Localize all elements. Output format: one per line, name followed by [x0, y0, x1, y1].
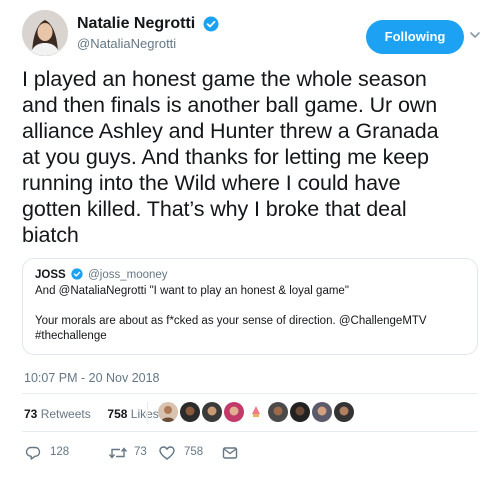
- author-display-name[interactable]: Natalie Negrotti: [77, 15, 195, 33]
- divider: [22, 393, 478, 394]
- tweet-line: and then finals is another ball game. Ur…: [22, 93, 438, 117]
- liker-avatar[interactable]: [180, 402, 200, 422]
- author-avatar[interactable]: [22, 10, 68, 56]
- tweet-line: running into the Wild where I could have: [22, 171, 401, 195]
- retweets-label[interactable]: Retweets: [41, 407, 91, 421]
- tweet-line: biatch: [22, 223, 79, 247]
- engagement-stats: 73 Retweets 758 Likes: [24, 404, 159, 428]
- reply-icon: [25, 446, 41, 460]
- quoted-author-handle: @joss_mooney: [88, 269, 168, 281]
- likes-count[interactable]: 758: [107, 407, 127, 421]
- retweets-count[interactable]: 73: [24, 407, 37, 421]
- retweet-count: 73: [134, 446, 147, 458]
- tweet-text: I played an honest game the whole season…: [22, 66, 482, 248]
- tweet-line: at you guys. And thanks for letting me k…: [22, 145, 429, 169]
- verified-badge-icon: [203, 16, 219, 32]
- envelope-icon: [222, 447, 238, 459]
- heart-icon: [159, 446, 175, 460]
- divider: [22, 431, 478, 432]
- quoted-text-line: #thechallenge: [35, 330, 107, 342]
- retweet-icon: [108, 447, 128, 459]
- reply-count: 128: [50, 446, 70, 458]
- like-count: 758: [184, 446, 204, 458]
- tweet-line: I played an honest game the whole season: [22, 67, 427, 91]
- following-button[interactable]: Following: [366, 20, 464, 54]
- quoted-tweet[interactable]: JOSS @joss_mooney And @NataliaNegrotti "…: [22, 258, 478, 355]
- liker-avatar[interactable]: [246, 402, 266, 422]
- quoted-author-name: JOSS: [35, 269, 66, 281]
- tweet-line: alliance Ashley and Hunter threw a Grana…: [22, 119, 439, 143]
- chevron-down-icon[interactable]: [468, 28, 482, 42]
- liker-avatar[interactable]: [334, 402, 354, 422]
- author-handle[interactable]: @NataliaNegrotti: [77, 36, 219, 51]
- liker-avatar[interactable]: [158, 402, 178, 422]
- tweet-timestamp[interactable]: 10:07 PM - 20 Nov 2018: [24, 371, 160, 385]
- liker-avatar[interactable]: [290, 402, 310, 422]
- stats-separator: [147, 402, 148, 424]
- tweet-header: Natalie Negrotti @NataliaNegrotti Follow…: [22, 10, 482, 60]
- liker-avatar[interactable]: [202, 402, 222, 422]
- quoted-text-line: Your morals are about as f*cked as your …: [35, 315, 427, 327]
- liker-avatar[interactable]: [224, 402, 244, 422]
- quoted-tweet-header: JOSS @joss_mooney: [35, 268, 465, 283]
- quoted-text-line: And @NataliaNegrotti "I want to play an …: [35, 285, 349, 297]
- likes-label[interactable]: Likes: [131, 407, 159, 421]
- tweet-line: gotten killed. That’s why I broke that d…: [22, 197, 407, 221]
- liker-avatar[interactable]: [268, 402, 288, 422]
- liker-avatar[interactable]: [312, 402, 332, 422]
- verified-badge-icon: [71, 268, 83, 280]
